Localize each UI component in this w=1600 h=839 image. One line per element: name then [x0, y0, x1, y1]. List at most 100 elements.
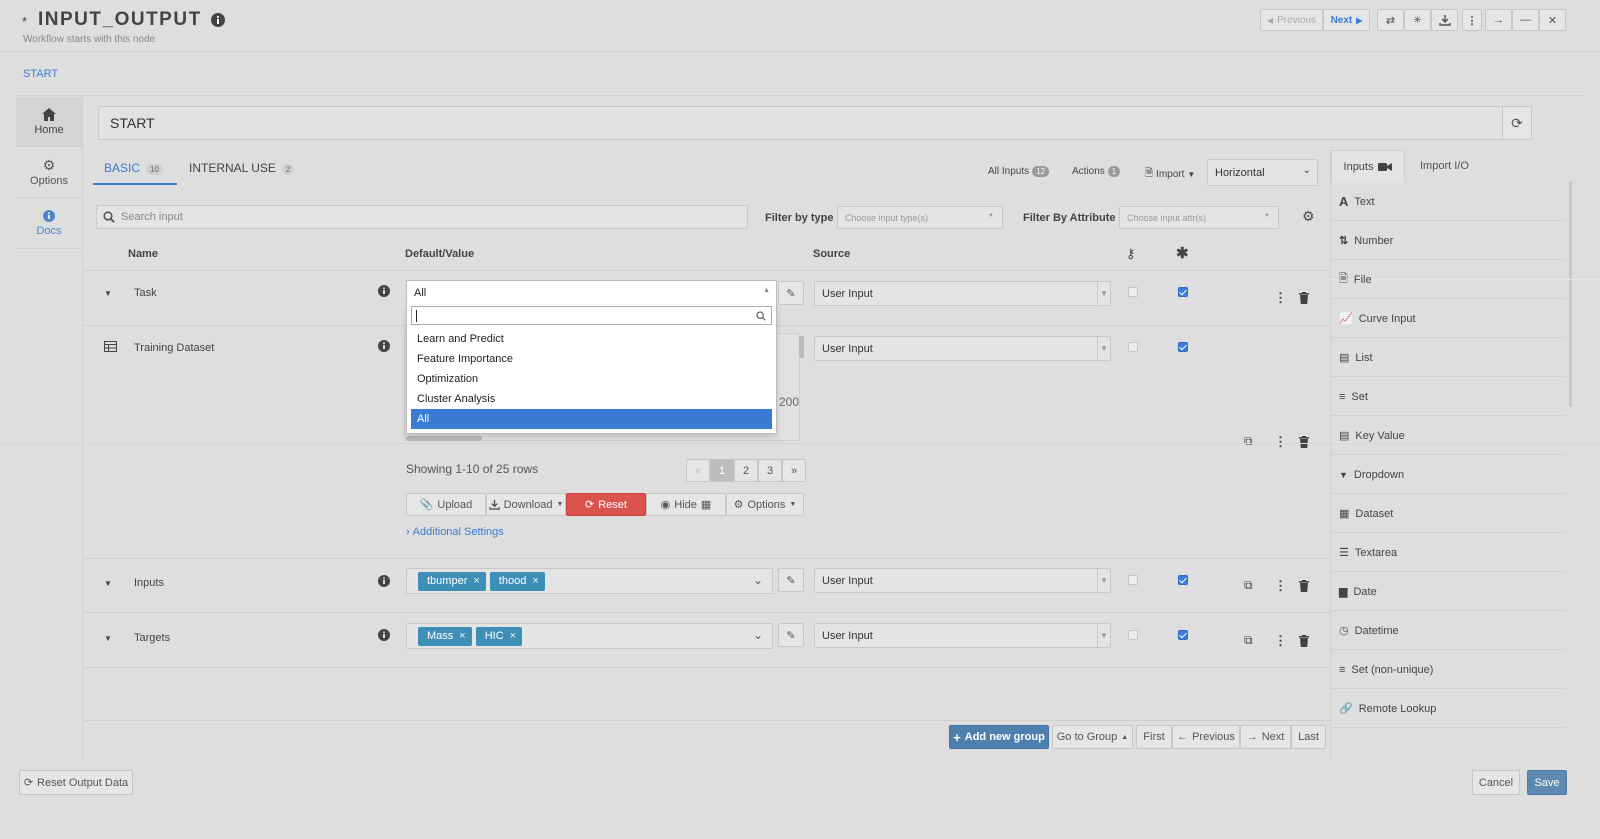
input-type-dataset[interactable]: ▦ Dataset [1331, 495, 1566, 533]
training-required-checkbox[interactable] [1178, 342, 1188, 352]
input-type-list[interactable]: ▤ List [1331, 339, 1566, 377]
save-button[interactable]: Save [1527, 770, 1567, 795]
dataset-options-button[interactable]: ⚙ Options ▼ [726, 493, 804, 516]
forward-button[interactable]: → [1485, 9, 1512, 31]
inputs-more-icon[interactable]: ⋮ [1274, 578, 1287, 594]
next-node-button[interactable]: Next ▶ [1323, 9, 1370, 31]
training-more-icon[interactable]: ⋮ [1274, 434, 1287, 450]
bug-button[interactable]: ✳ [1404, 9, 1431, 31]
dropdown-option-selected[interactable]: All [411, 409, 772, 429]
targets-multiselect[interactable]: Mass × HIC × ⌄ [406, 623, 773, 649]
targets-open-icon[interactable]: ⧉ [1244, 633, 1253, 648]
task-key-checkbox[interactable] [1128, 287, 1138, 297]
task-info-icon[interactable] [378, 285, 390, 297]
targets-more-icon[interactable]: ⋮ [1274, 633, 1287, 649]
remove-tag-icon[interactable]: × [510, 630, 516, 642]
reset-button[interactable]: ⟳ Reset [566, 493, 646, 516]
title-info-icon[interactable] [211, 13, 225, 27]
reset-output-button[interactable]: ⟳ Reset Output Data [19, 770, 133, 795]
all-inputs-toggle[interactable]: All Inputs 12 [988, 166, 1050, 177]
inputs-info-icon[interactable] [378, 575, 390, 587]
nav-options[interactable]: ⚙ Options [16, 148, 82, 198]
page-next[interactable]: » [782, 459, 806, 482]
page-prev[interactable]: « [686, 459, 710, 482]
actions-toggle[interactable]: Actions 1 [1072, 166, 1121, 177]
task-required-checkbox[interactable] [1178, 287, 1188, 297]
filter-type-select[interactable]: Choose input type(s) ▼ [837, 206, 1003, 229]
tab-internal-use[interactable]: INTERNAL USE 2 [189, 161, 295, 175]
inputs-source-select[interactable]: User Input ▼ [814, 568, 1111, 593]
task-more-icon[interactable]: ⋮ [1274, 290, 1287, 306]
dropdown-option[interactable]: Feature Importance [411, 349, 772, 369]
inputs-tag[interactable]: tbumper × [418, 571, 486, 591]
input-type-text[interactable]: A Text [1331, 183, 1566, 221]
training-info-icon[interactable] [378, 340, 390, 352]
dropdown-option[interactable]: Optimization [411, 369, 772, 389]
right-panel-scrollbar[interactable] [1569, 181, 1572, 407]
remove-tag-icon[interactable]: × [473, 575, 479, 587]
dropdown-option[interactable]: Learn and Predict [411, 329, 772, 349]
input-type-remote-lookup[interactable]: 🔗 Remote Lookup [1331, 690, 1566, 728]
dropdown-search-input[interactable] [411, 306, 772, 325]
input-type-curve[interactable]: 📈 Curve Input [1331, 300, 1566, 338]
inputs-delete-icon[interactable] [1299, 580, 1309, 592]
download-button[interactable]: Download ▼ [486, 493, 566, 516]
page-2[interactable]: 2 [734, 459, 758, 482]
previous-node-button[interactable]: ◀ Previous [1260, 9, 1323, 31]
tab-inputs-panel[interactable]: Inputs [1331, 150, 1405, 183]
swap-button[interactable]: ⇄ [1377, 9, 1404, 31]
add-group-button[interactable]: + Add new group [949, 725, 1049, 749]
filter-attr-select[interactable]: Choose input attr(s) ▼ [1119, 206, 1279, 229]
filter-settings-icon[interactable]: ⚙ [1302, 208, 1315, 225]
previous-button[interactable]: ← Previous [1172, 725, 1240, 749]
training-delete-icon[interactable] [1299, 436, 1309, 448]
dropdown-option[interactable]: Cluster Analysis [411, 389, 772, 409]
task-collapse-icon[interactable]: ▼ [104, 289, 112, 298]
more-menu-button[interactable]: ⋮ [1462, 9, 1482, 31]
refresh-name-button[interactable]: ⟳ [1502, 106, 1532, 140]
additional-settings-link[interactable]: › Additional Settings [406, 526, 504, 538]
dataset-vscroll[interactable] [799, 336, 804, 358]
dataset-hscroll[interactable] [406, 436, 482, 441]
close-button[interactable]: ✕ [1539, 9, 1566, 31]
search-input[interactable]: Search input [96, 205, 748, 229]
inputs-tag[interactable]: thood × [489, 571, 545, 591]
input-type-key-value[interactable]: ▤ Key Value [1331, 417, 1566, 455]
task-delete-icon[interactable] [1299, 292, 1309, 304]
task-source-select[interactable]: User Input ▼ [814, 281, 1111, 306]
targets-delete-icon[interactable] [1299, 635, 1309, 647]
layout-select[interactable]: Horizontal ⌄ [1207, 159, 1318, 186]
targets-tag[interactable]: HIC × [475, 626, 523, 646]
inputs-multiselect[interactable]: tbumper × thood × ⌄ [406, 568, 773, 594]
targets-edit-button[interactable]: ✎ [778, 623, 804, 647]
task-select[interactable]: All ▲ [406, 280, 777, 306]
tab-import-io[interactable]: Import I/O [1420, 160, 1469, 172]
go-to-group-button[interactable]: Go to Group ▲ [1052, 725, 1133, 749]
input-type-set[interactable]: ≡ Set [1331, 378, 1566, 416]
inputs-required-checkbox[interactable] [1178, 575, 1188, 585]
input-type-dropdown[interactable]: ▼ Dropdown [1331, 456, 1566, 494]
input-type-datetime[interactable]: ◷ Datetime [1331, 612, 1566, 650]
nav-docs[interactable]: Docs [16, 199, 82, 249]
task-edit-button[interactable]: ✎ [778, 281, 804, 305]
training-open-icon[interactable]: ⧉ [1244, 434, 1253, 449]
chevron-down-icon[interactable]: ⌄ [753, 573, 763, 587]
targets-info-icon[interactable] [378, 629, 390, 641]
next-button[interactable]: → Next [1240, 725, 1291, 749]
download-node-button[interactable] [1431, 9, 1458, 31]
targets-collapse-icon[interactable]: ▼ [104, 634, 112, 643]
node-name-input[interactable]: START [98, 106, 1532, 140]
targets-tag[interactable]: Mass × [418, 626, 472, 646]
inputs-edit-button[interactable]: ✎ [778, 568, 804, 592]
import-button[interactable]: 🗎 Import ▼ [1145, 166, 1195, 183]
remove-tag-icon[interactable]: × [459, 630, 465, 642]
breadcrumb[interactable]: START [23, 68, 58, 80]
input-type-number[interactable]: ⇅ Number [1331, 222, 1566, 260]
minimize-button[interactable]: — [1512, 9, 1539, 31]
nav-home[interactable]: Home [16, 97, 82, 147]
page-3[interactable]: 3 [758, 459, 782, 482]
remove-tag-icon[interactable]: × [532, 575, 538, 587]
input-type-file[interactable]: 🗎 File [1331, 261, 1566, 299]
page-1[interactable]: 1 [710, 459, 734, 482]
input-type-date[interactable]: ▆ Date [1331, 573, 1566, 611]
